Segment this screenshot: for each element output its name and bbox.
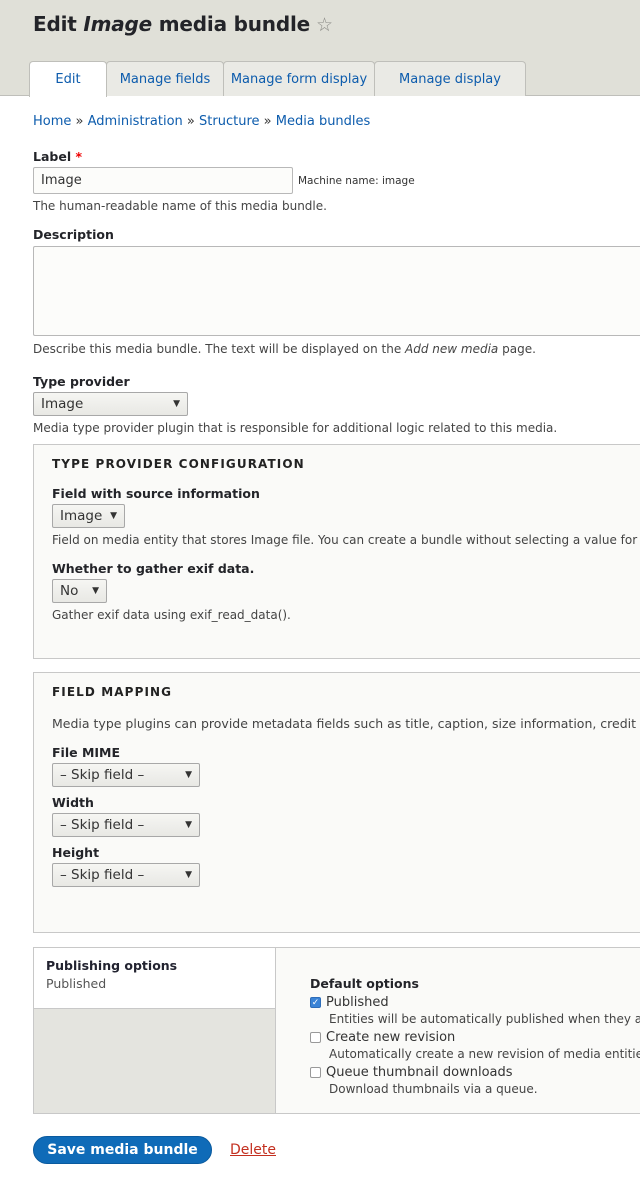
chevron-down-icon: ▼ — [185, 770, 192, 780]
fieldset-legend: Field mapping — [52, 685, 173, 699]
breadcrumb-separator: » — [186, 114, 195, 129]
select-value: Image — [41, 396, 84, 412]
label-text: Label — [33, 149, 72, 164]
form-actions: Save media bundle Delete — [33, 1136, 640, 1164]
checkbox-label: Queue thumbnail downloads — [326, 1065, 513, 1080]
tab-manage-form-display[interactable]: Manage form display — [223, 61, 375, 96]
title-prefix: Edit — [33, 12, 84, 36]
select-value: – Skip field – — [60, 817, 145, 833]
exif-label: Whether to gather exif data. — [52, 561, 255, 576]
checkbox-icon[interactable] — [310, 1032, 321, 1043]
help-text: Describe this media bundle. The text wil… — [33, 342, 406, 356]
exif-description: Gather exif data using exif_read_data(). — [52, 608, 291, 622]
machine-name: Machine name: image — [298, 174, 415, 187]
breadcrumb-home[interactable]: Home — [33, 114, 71, 129]
page-header: Edit Image media bundle ☆ Edit Manage fie… — [0, 0, 640, 97]
breadcrumb-administration[interactable]: Administration — [88, 114, 183, 129]
page-title: Edit Image media bundle ☆ — [33, 12, 333, 36]
checkbox-checked-icon[interactable]: ✓ — [310, 997, 321, 1008]
label-field-label: Label * — [33, 149, 640, 164]
checkbox-description: Download thumbnails via a queue. — [329, 1082, 538, 1096]
description-form-item: Description Describe this media bundle. … — [33, 227, 640, 356]
title-bundle-name: Image — [83, 12, 153, 36]
field-mapping-fieldset: Field mapping Media type plugins can pro… — [33, 672, 640, 933]
exif-select[interactable]: No ▼ — [52, 579, 107, 603]
breadcrumb-media-bundles[interactable]: Media bundles — [276, 114, 371, 129]
chevron-down-icon: ▼ — [92, 586, 99, 596]
label-description: The human-readable name of this media bu… — [33, 199, 327, 213]
breadcrumb-separator: » — [75, 114, 84, 129]
chevron-down-icon: ▼ — [185, 870, 192, 880]
default-options-label: Default options — [310, 976, 419, 991]
select-value: No — [60, 583, 79, 599]
checkbox-label: Published — [326, 995, 389, 1010]
mapping-label: File MIME — [52, 745, 121, 760]
checkbox-label: Create new revision — [326, 1030, 456, 1045]
required-marker: * — [75, 149, 83, 164]
chevron-down-icon: ▼ — [185, 820, 192, 830]
checkbox-description: Automatically create a new revision of m… — [329, 1047, 640, 1061]
chevron-down-icon: ▼ — [110, 511, 117, 521]
new-revision-option[interactable]: Create new revision — [310, 1030, 640, 1045]
breadcrumb-separator: » — [263, 114, 272, 129]
fieldset-legend: Type provider configuration — [52, 457, 305, 471]
type-provider-select[interactable]: Image ▼ — [33, 392, 188, 416]
help-emphasis: Add new media — [405, 342, 499, 356]
mapping-label: Height — [52, 845, 100, 860]
source-field-select[interactable]: Image ▼ — [52, 504, 125, 528]
type-provider-label: Type provider — [33, 374, 130, 389]
type-provider-form-item: Type provider Image ▼ Media type provider… — [33, 374, 640, 435]
width-select[interactable]: – Skip field – ▼ — [52, 813, 200, 837]
source-field-description: Field on media entity that stores Image … — [52, 533, 640, 547]
file-mime-select[interactable]: – Skip field – ▼ — [52, 763, 200, 787]
vertical-tab-summary: Published — [46, 976, 107, 991]
field-mapping-intro: Media type plugins can provide metadata … — [52, 716, 637, 731]
select-value: – Skip field – — [60, 867, 145, 883]
description-help: Describe this media bundle. The text wil… — [33, 342, 640, 356]
publishing-vertical-tabs: Publishing options Published Default opt… — [33, 947, 640, 1114]
vertical-tab-publishing-options[interactable]: Publishing options Published — [34, 948, 275, 1009]
star-icon[interactable]: ☆ — [316, 14, 333, 36]
mapping-item: Height – Skip field – ▼ — [52, 845, 640, 887]
tab-manage-fields[interactable]: Manage fields — [106, 61, 224, 96]
queue-thumbnail-option[interactable]: Queue thumbnail downloads — [310, 1065, 640, 1080]
checkbox-description: Entities will be automatically published… — [329, 1012, 640, 1026]
breadcrumb-structure[interactable]: Structure — [199, 114, 259, 129]
breadcrumb: Home » Administration » Structure » Medi… — [33, 114, 640, 129]
label-input[interactable]: Image — [33, 167, 293, 194]
mapping-item: Width – Skip field – ▼ — [52, 795, 640, 837]
help-text: page. — [498, 342, 536, 356]
delete-link[interactable]: Delete — [230, 1142, 276, 1158]
publishing-options-pane: Default options ✓ Published Entities will… — [275, 947, 640, 1113]
mapping-label: Width — [52, 795, 94, 810]
description-textarea[interactable] — [33, 246, 640, 336]
select-value: Image — [60, 508, 103, 524]
primary-tabs: Edit Manage fields Manage form display M… — [29, 61, 526, 97]
label-form-item: Label * Image Machine name: image The hu… — [33, 149, 640, 213]
published-option[interactable]: ✓ Published — [310, 995, 640, 1010]
tab-manage-display[interactable]: Manage display — [374, 61, 526, 96]
checkbox-icon[interactable] — [310, 1067, 321, 1078]
type-provider-description: Media type provider plugin that is respo… — [33, 421, 558, 435]
mapping-item: File MIME – Skip field – ▼ — [52, 745, 640, 787]
type-provider-configuration-fieldset: Type provider configuration Field with s… — [33, 444, 640, 659]
description-label: Description — [33, 227, 114, 242]
tab-edit[interactable]: Edit — [29, 61, 107, 97]
vertical-tab-title: Publishing options — [46, 958, 178, 973]
source-field-label: Field with source information — [52, 486, 260, 501]
save-button[interactable]: Save media bundle — [33, 1136, 212, 1164]
chevron-down-icon: ▼ — [173, 399, 180, 409]
select-value: – Skip field – — [60, 767, 145, 783]
title-suffix: media bundle — [152, 12, 310, 36]
height-select[interactable]: – Skip field – ▼ — [52, 863, 200, 887]
